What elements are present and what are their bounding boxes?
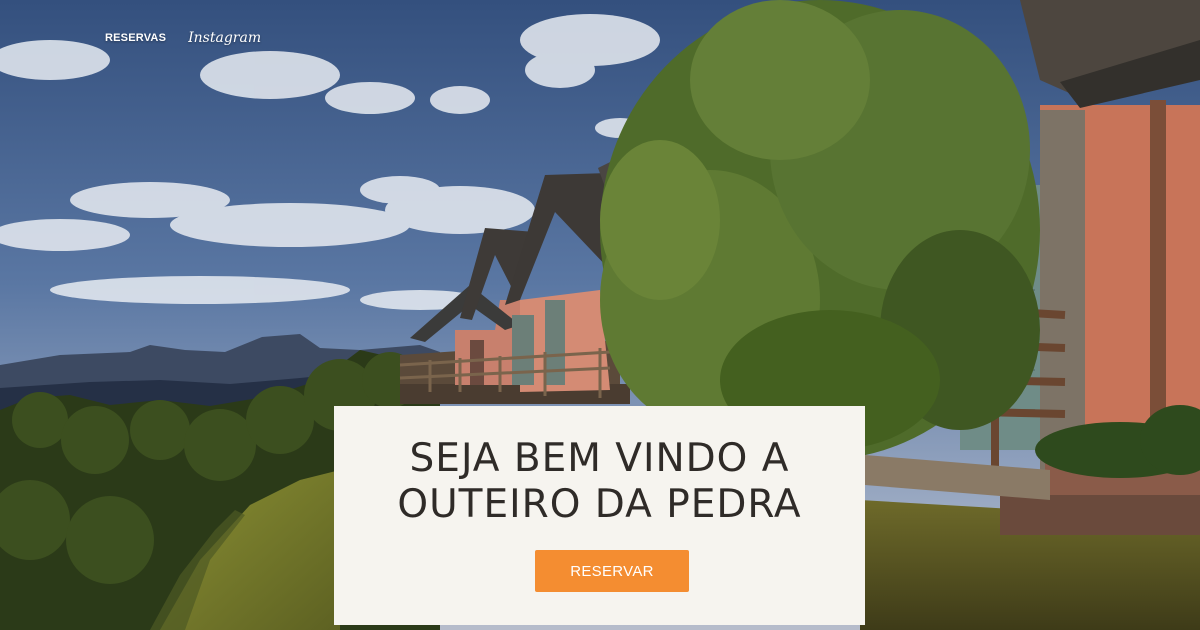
large-tree (600, 0, 1040, 460)
welcome-title-line-2: OUTEIRO DA PEDRA (397, 482, 802, 527)
nav-link-instagram[interactable]: Instagram (188, 30, 261, 46)
welcome-title-line-1: SEJA BEM VINDO A (409, 436, 790, 481)
reserve-button[interactable]: RESERVAR (535, 550, 689, 592)
nav-link-reservas[interactable]: RESERVAS (105, 32, 166, 44)
welcome-title: SEJA BEM VINDO A OUTEIRO DA PEDRA (334, 436, 865, 528)
top-navigation: RESERVAS Instagram (105, 30, 261, 46)
welcome-card: SEJA BEM VINDO A OUTEIRO DA PEDRA RESERV… (334, 406, 865, 625)
